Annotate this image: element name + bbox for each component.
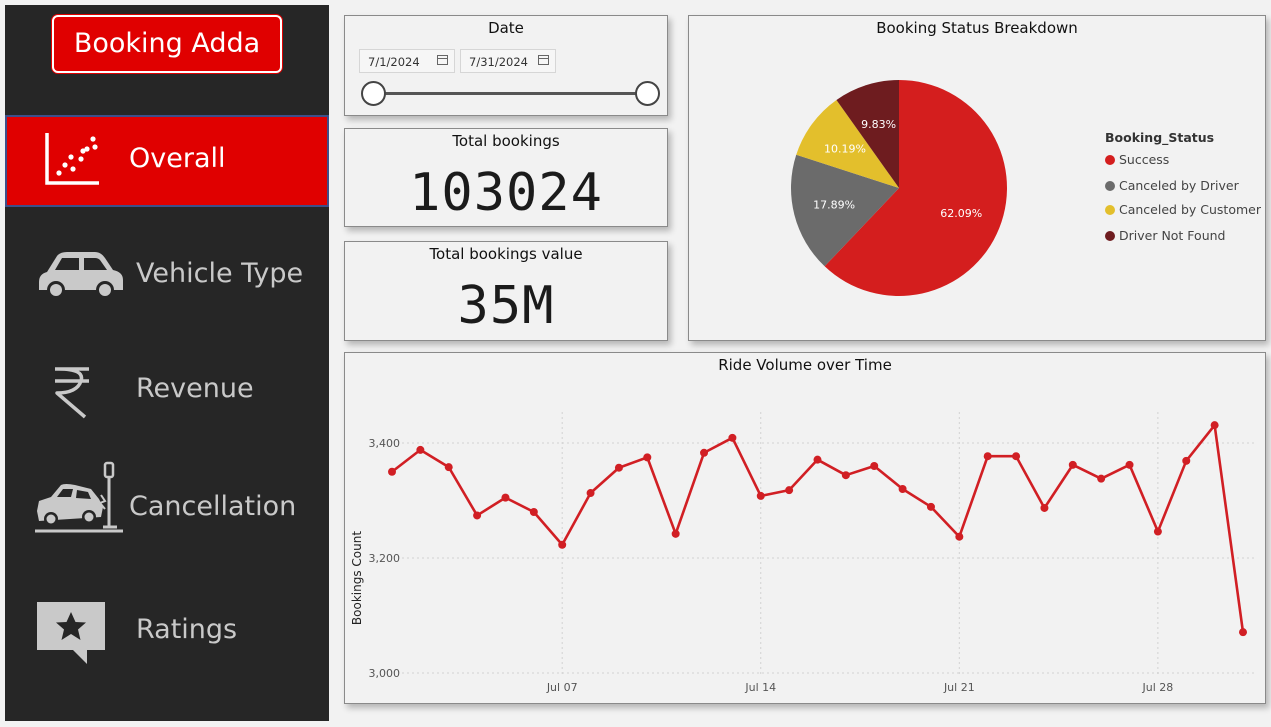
- data-point[interactable]: [1153, 527, 1162, 536]
- y-tick-label: 3,200: [369, 552, 401, 565]
- legend-label: Driver Not Found: [1119, 228, 1226, 243]
- pie-data-label: 17.89%: [813, 199, 855, 212]
- data-point[interactable]: [870, 462, 879, 470]
- nav-item-vehicle-type[interactable]: Vehicle Type: [5, 230, 329, 322]
- date-slicer-title: Date: [488, 19, 524, 37]
- date-range-start-handle[interactable]: [361, 81, 386, 106]
- legend-item-driver-not-found[interactable]: Driver Not Found: [1105, 228, 1225, 243]
- pie-data-label: 62.09%: [940, 207, 982, 220]
- total-bookings-label: Total bookings: [452, 132, 560, 150]
- data-point[interactable]: [898, 485, 907, 493]
- data-point[interactable]: [1012, 452, 1021, 461]
- x-tick-label: Jul 28: [1142, 681, 1174, 694]
- data-point[interactable]: [1182, 456, 1191, 465]
- x-tick-label: Jul 07: [546, 681, 578, 694]
- date-range-end-handle[interactable]: [635, 81, 660, 106]
- data-point[interactable]: [955, 532, 964, 541]
- total-value-label: Total bookings value: [429, 245, 583, 263]
- legend-label: Canceled by Customer: [1119, 202, 1261, 217]
- total-value-card: Total bookings value 35M: [344, 241, 668, 341]
- x-tick-label: Jul 14: [744, 681, 776, 694]
- date-range-track: [373, 92, 649, 95]
- nav-label-ratings: Ratings: [136, 614, 238, 645]
- data-point[interactable]: [416, 445, 425, 454]
- nav-label-cancellation: Cancellation: [129, 491, 297, 522]
- start-date-input[interactable]: 7/1/2024: [359, 49, 455, 73]
- legend-item-canceled-customer[interactable]: Canceled by Customer: [1105, 202, 1261, 217]
- nav-item-cancellation[interactable]: Cancellation: [5, 455, 329, 547]
- total-value-value: 35M: [457, 276, 555, 336]
- data-point[interactable]: [473, 511, 482, 520]
- data-point[interactable]: [785, 486, 794, 495]
- scatter-chart-icon: [45, 133, 99, 185]
- legend-label: Success: [1119, 152, 1170, 167]
- legend-swatch: [1105, 205, 1115, 215]
- car-crash-icon: [35, 461, 123, 533]
- data-point[interactable]: [671, 529, 680, 538]
- legend-swatch: [1105, 155, 1115, 165]
- x-tick-label: Jul 21: [943, 681, 975, 694]
- legend-item-success[interactable]: Success: [1105, 152, 1169, 167]
- data-point[interactable]: [1125, 460, 1134, 469]
- data-point[interactable]: [1097, 474, 1106, 483]
- legend-title: Booking_Status: [1105, 130, 1215, 145]
- pie-data-label: 10.19%: [824, 142, 866, 155]
- y-tick-label: 3,000: [369, 667, 401, 680]
- data-point[interactable]: [643, 453, 652, 462]
- end-date-value: 7/31/2024: [469, 55, 528, 69]
- star-comment-icon: [37, 602, 105, 664]
- start-date-value: 7/1/2024: [368, 55, 420, 69]
- data-point[interactable]: [1068, 460, 1077, 469]
- nav-label-vehicle-type: Vehicle Type: [136, 258, 304, 289]
- data-point[interactable]: [614, 463, 623, 472]
- legend-swatch: [1105, 181, 1115, 191]
- data-point[interactable]: [756, 491, 765, 500]
- y-axis-label: Bookings Count: [350, 531, 364, 625]
- nav-item-ratings[interactable]: Ratings: [5, 580, 329, 672]
- data-point[interactable]: [444, 463, 453, 472]
- data-point[interactable]: [813, 455, 822, 464]
- calendar-icon[interactable]: [538, 55, 549, 65]
- data-point[interactable]: [558, 540, 567, 549]
- app-title: Booking Adda: [73, 28, 261, 59]
- pie-data-label: 9.83%: [861, 118, 896, 131]
- dashboard: Booking Adda Overall Vehicle Type Revenu…: [0, 0, 1271, 727]
- legend-item-canceled-driver[interactable]: Canceled by Driver: [1105, 178, 1239, 193]
- calendar-icon[interactable]: [437, 55, 448, 65]
- data-point[interactable]: [841, 471, 850, 480]
- total-bookings-value: 103024: [409, 163, 603, 223]
- legend-swatch: [1105, 231, 1115, 241]
- data-point[interactable]: [1239, 628, 1247, 637]
- total-bookings-card: Total bookings 103024: [344, 128, 668, 227]
- ride-volume-line-chart[interactable]: 3,000 3,200 3,400 Jul 07 Jul 14 Jul 21 Jul 28 B…: [344, 352, 1266, 704]
- data-point[interactable]: [926, 502, 935, 511]
- nav-item-overall[interactable]: Overall: [5, 115, 329, 207]
- legend-label: Canceled by Driver: [1119, 178, 1239, 193]
- data-point[interactable]: [586, 489, 595, 498]
- sidebar: Booking Adda Overall Vehicle Type Revenu…: [5, 5, 329, 721]
- nav-item-revenue[interactable]: Revenue: [5, 345, 329, 437]
- data-point[interactable]: [501, 493, 510, 502]
- app-logo[interactable]: Booking Adda: [52, 15, 282, 73]
- data-point[interactable]: [529, 508, 538, 516]
- rupee-icon: [55, 367, 89, 419]
- y-tick-label: 3,400: [369, 437, 401, 450]
- date-slicer-card: Date 7/1/2024 7/31/2024: [344, 15, 668, 116]
- data-point[interactable]: [728, 433, 737, 442]
- data-point[interactable]: [1040, 503, 1049, 512]
- data-point[interactable]: [388, 467, 396, 476]
- nav-label-revenue: Revenue: [136, 373, 254, 404]
- data-point[interactable]: [1210, 421, 1219, 430]
- end-date-input[interactable]: 7/31/2024: [460, 49, 556, 73]
- data-point[interactable]: [983, 452, 992, 461]
- data-point[interactable]: [700, 448, 709, 457]
- car-icon: [39, 252, 123, 299]
- nav-label-overall: Overall: [129, 143, 226, 174]
